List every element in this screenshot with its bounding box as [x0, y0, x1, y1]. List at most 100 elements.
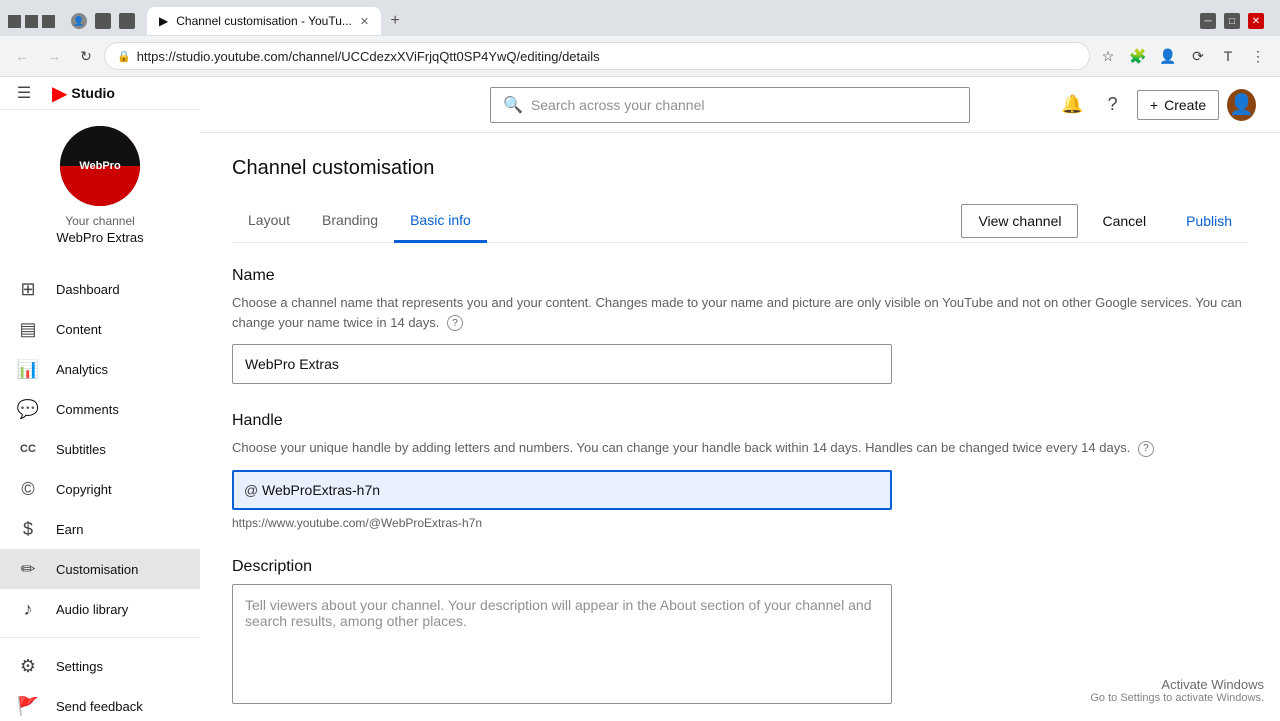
browser-extension-icon[interactable]: 🧩 — [1124, 42, 1152, 70]
browser-translate-icon[interactable]: T — [1214, 42, 1242, 70]
sidebar-item-customisation[interactable]: ✏ Customisation — [0, 549, 200, 589]
forward-button[interactable]: → — [40, 42, 68, 70]
tab-close-button[interactable]: ✕ — [360, 15, 369, 28]
channel-name-label: WebPro Extras — [56, 230, 143, 245]
browser-more-icon[interactable]: ⋮ — [1244, 42, 1272, 70]
main-topbar: 🔍 🔔 ? + Create 👤 — [200, 77, 1280, 133]
back-button[interactable]: ← — [8, 42, 36, 70]
content-icon: ▤ — [16, 319, 40, 340]
sidebar-item-settings[interactable]: ⚙ Settings — [0, 646, 200, 686]
comments-icon: 💬 — [16, 399, 40, 420]
address-bar[interactable]: 🔒 https://studio.youtube.com/channel/UCC… — [104, 42, 1090, 70]
sidebar-item-label-analytics: Analytics — [56, 362, 184, 377]
description-section-title: Description — [232, 558, 1248, 576]
handle-section-title: Handle — [232, 412, 1248, 430]
analytics-icon: 📊 — [16, 359, 40, 380]
sidebar-topbar-left: ☰ ▶ Studio — [8, 77, 192, 109]
security-lock-icon: 🔒 — [117, 50, 131, 63]
tab-favicon: ▶ — [159, 14, 168, 28]
sidebar-item-copyright[interactable]: © Copyright — [0, 469, 200, 509]
main-content: Channel customisation Layout Branding Ba… — [200, 133, 1280, 721]
notifications-bell-button[interactable]: 🔔 — [1056, 87, 1088, 123]
your-channel-label: Your channel — [65, 214, 135, 228]
sidebar-item-subtitles[interactable]: CC Subtitles — [0, 429, 200, 469]
browser-profile-button[interactable]: 👤 — [1154, 42, 1182, 70]
sidebar-item-label-comments: Comments — [56, 402, 184, 417]
close-window-button[interactable]: ✕ — [1248, 13, 1264, 29]
new-tab-button[interactable]: + — [381, 7, 409, 35]
hamburger-icon: ☰ — [17, 83, 31, 103]
sidebar-item-label-copyright: Copyright — [56, 482, 184, 497]
name-section-desc: Choose a channel name that represents yo… — [232, 293, 1248, 332]
sidebar-item-label-dashboard: Dashboard — [56, 282, 184, 297]
sidebar-item-label-customisation: Customisation — [56, 562, 184, 577]
user-avatar-button[interactable]: 👤 — [1227, 89, 1256, 121]
handle-url-display: https://www.youtube.com/@WebProExtras-h7… — [232, 516, 1248, 530]
sidebar-item-label-earn: Earn — [56, 522, 184, 537]
cancel-button[interactable]: Cancel — [1086, 205, 1162, 237]
browser-titlebar: 👤 ▶ Channel customisation - YouTu... ✕ +… — [0, 0, 1280, 36]
sidebar-item-dashboard[interactable]: ⊞ Dashboard — [0, 269, 200, 309]
sidebar-item-earn[interactable]: $ Earn — [0, 509, 200, 549]
create-plus-icon: + — [1150, 97, 1158, 113]
url-text: https://studio.youtube.com/channel/UCCde… — [137, 49, 600, 64]
search-input[interactable] — [531, 97, 957, 113]
tab-layout[interactable]: Layout — [232, 200, 306, 243]
name-section: Name Choose a channel name that represen… — [232, 267, 1248, 384]
refresh-button[interactable]: ↻ — [72, 42, 100, 70]
help-button[interactable]: ? — [1096, 87, 1128, 123]
sidebar-item-audio-library[interactable]: ♪ Audio library — [0, 589, 200, 629]
name-input[interactable] — [232, 344, 892, 384]
tabs-bar: Layout Branding Basic info View channel … — [232, 200, 1248, 243]
browser-sync-icon[interactable]: ⟳ — [1184, 42, 1212, 70]
handle-input[interactable] — [232, 470, 892, 510]
topbar-center: 🔍 — [404, 87, 1056, 123]
tab-branding[interactable]: Branding — [306, 200, 394, 243]
content-area: 🔍 🔔 ? + Create 👤 Channel customisation — [200, 77, 1280, 721]
minimize-button[interactable]: ─ — [1200, 13, 1216, 29]
app-container: ☰ ▶ Studio WebPro Your channel WebPro Ex… — [0, 77, 1280, 721]
view-channel-button[interactable]: View channel — [961, 204, 1078, 238]
active-browser-tab[interactable]: ▶ Channel customisation - YouTu... ✕ — [147, 7, 381, 35]
browser-profile-icon[interactable]: 👤 — [71, 13, 87, 29]
customisation-icon: ✏ — [16, 559, 40, 580]
dashboard-icon: ⊞ — [16, 279, 40, 300]
settings-icon: ⚙ — [16, 656, 40, 677]
handle-section-desc: Choose your unique handle by adding lett… — [232, 438, 1248, 458]
sidebar-item-content[interactable]: ▤ Content — [0, 309, 200, 349]
name-section-title: Name — [232, 267, 1248, 285]
sidebar-nav: ⊞ Dashboard ▤ Content 📊 Analytics 💬 Comm… — [0, 261, 200, 721]
handle-help-icon[interactable]: ? — [1138, 441, 1154, 457]
create-label: Create — [1164, 97, 1206, 113]
search-icon: 🔍 — [503, 95, 523, 115]
create-button[interactable]: + Create — [1137, 90, 1219, 120]
sidebar: ☰ ▶ Studio WebPro Your channel WebPro Ex… — [0, 77, 200, 721]
yt-studio-logo[interactable]: ▶ Studio — [52, 81, 115, 106]
sidebar-item-label-send-feedback: Send feedback — [56, 699, 184, 714]
browser-toolbar-icons: ☆ 🧩 👤 ⟳ T ⋮ — [1094, 42, 1272, 70]
sidebar-item-analytics[interactable]: 📊 Analytics — [0, 349, 200, 389]
earn-icon: $ — [16, 519, 40, 540]
search-bar[interactable]: 🔍 — [490, 87, 970, 123]
page-title: Channel customisation — [232, 157, 1248, 180]
name-help-icon[interactable]: ? — [447, 315, 463, 331]
hamburger-menu-button[interactable]: ☰ — [8, 77, 40, 109]
browser-toolbar: ← → ↻ 🔒 https://studio.youtube.com/chann… — [0, 36, 1280, 76]
sidebar-divider — [0, 637, 200, 638]
handle-prefix: @ — [244, 482, 258, 498]
sidebar-item-send-feedback[interactable]: 🚩 Send feedback — [0, 686, 200, 721]
description-textarea[interactable] — [232, 584, 892, 704]
bookmark-star-icon[interactable]: ☆ — [1094, 42, 1122, 70]
avatar-text: WebPro — [79, 160, 120, 172]
tab-title: Channel customisation - YouTu... — [176, 14, 352, 28]
maximize-button[interactable]: □ — [1224, 13, 1240, 29]
tab-bar: ▶ Channel customisation - YouTu... ✕ + — [147, 7, 409, 35]
browser-icon2 — [95, 13, 111, 29]
publish-button[interactable]: Publish — [1170, 205, 1248, 237]
tab-basic-info[interactable]: Basic info — [394, 200, 487, 243]
audio-library-icon: ♪ — [16, 599, 40, 620]
channel-avatar[interactable]: WebPro — [60, 126, 140, 206]
sidebar-item-comments[interactable]: 💬 Comments — [0, 389, 200, 429]
sidebar-item-label-audio-library: Audio library — [56, 602, 184, 617]
tabs-list: Layout Branding Basic info — [232, 200, 487, 242]
